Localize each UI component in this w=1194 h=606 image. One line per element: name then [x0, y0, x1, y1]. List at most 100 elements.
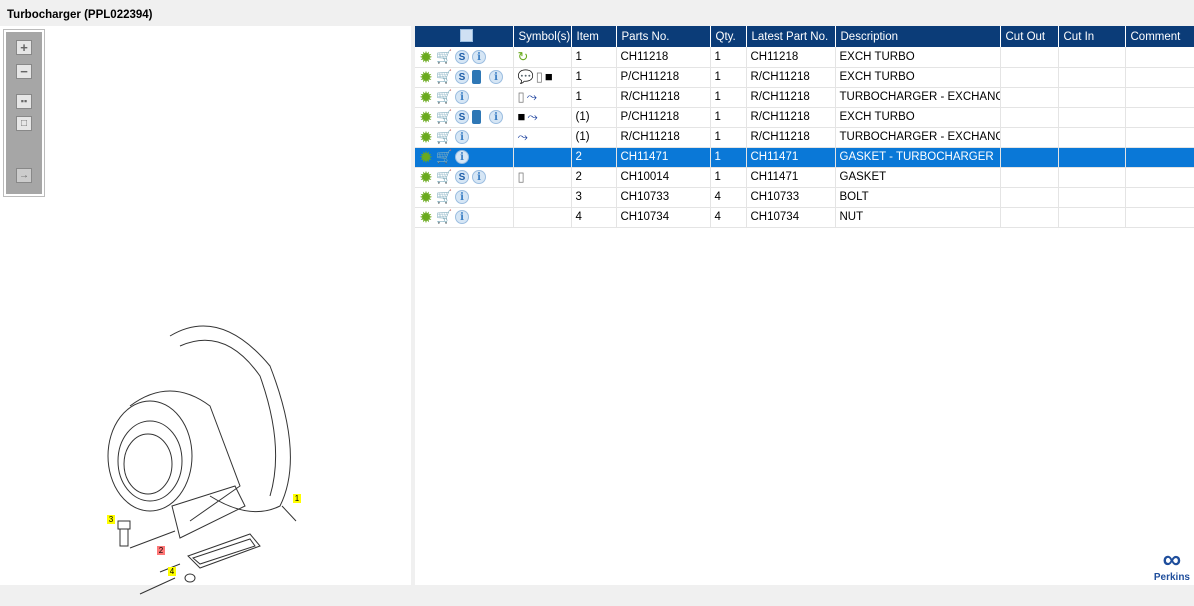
part-cell: CH10734	[616, 207, 711, 228]
table-row[interactable]: ✹ 🛒 i 4 CH10734 4 CH10734 NUT	[415, 207, 1194, 228]
comment-cell	[1125, 187, 1194, 208]
gear-icon[interactable]: ✹	[419, 70, 433, 84]
turbocharger-illustration[interactable]	[100, 306, 310, 606]
gear-icon[interactable]: ✹	[419, 110, 433, 124]
info-icon[interactable]: i	[455, 190, 469, 204]
column-header[interactable]: Symbol(s)	[513, 26, 572, 47]
page-link-icon[interactable]: ■	[518, 110, 526, 124]
row-actions: ✹ 🛒 i	[415, 147, 514, 168]
supersession-icon[interactable]: S	[455, 49, 469, 64]
export-button[interactable]: →	[16, 168, 32, 183]
supersession-icon[interactable]: S	[455, 70, 469, 84]
column-header[interactable]: Parts No.	[616, 26, 711, 47]
cart-icon[interactable]: 🛒	[436, 49, 452, 64]
info-icon[interactable]: i	[455, 150, 469, 164]
cut-out-cell	[1000, 147, 1059, 168]
cart-icon[interactable]: 🛒	[436, 190, 452, 204]
qty-cell: 1	[710, 167, 747, 188]
row-actions: ✹ 🛒 i	[415, 127, 514, 148]
table-row[interactable]: ✹ 🛒 i 2 CH11471 1 CH11471 GASKET - TURBOCHARGER	[415, 147, 1194, 168]
info-icon[interactable]: i	[455, 90, 469, 104]
cut-in-cell	[1058, 127, 1126, 148]
info-icon[interactable]: i	[472, 49, 486, 64]
column-header[interactable]: Latest Part No.	[746, 26, 836, 47]
supersession-icon[interactable]: S	[455, 170, 469, 184]
latest-cell: CH11471	[746, 167, 836, 188]
gear-icon[interactable]: ✹	[419, 210, 433, 224]
latest-cell: CH10733	[746, 187, 836, 208]
desc-cell: TURBOCHARGER - EXCHANGE	[835, 87, 1001, 108]
row-actions: ✹ 🛒 Si	[415, 47, 514, 68]
column-header[interactable]: Item	[571, 26, 617, 47]
cut-out-cell	[1000, 187, 1059, 208]
cart-icon[interactable]: 🛒	[436, 170, 452, 184]
callout-2[interactable]: 2	[157, 546, 165, 555]
qty-cell: 1	[710, 147, 747, 168]
cut-in-cell	[1058, 147, 1126, 168]
gear-icon[interactable]: ✹	[419, 190, 433, 204]
catalog-icon[interactable]: ▯	[536, 70, 543, 84]
branch-icon[interactable]: ⤳	[518, 130, 528, 144]
page-link-icon[interactable]: ■	[545, 70, 553, 84]
cart-icon[interactable]: 🛒	[436, 150, 452, 164]
info-icon[interactable]: i	[489, 110, 503, 124]
row-actions: ✹ 🛒 i	[415, 187, 514, 208]
table-row[interactable]: ✹ 🛒 Si ↻ 1 CH11218 1 CH11218 EXCH TURBO	[415, 47, 1194, 68]
zoom-out-button[interactable]: −	[16, 64, 32, 79]
column-header[interactable]: Comment	[1125, 26, 1194, 47]
table-row[interactable]: ✹ 🛒 i ▯ ⤳ 1 R/CH11218 1 R/CH11218 TURBOCHARGER - …	[415, 87, 1194, 108]
gear-icon[interactable]: ✹	[419, 50, 433, 64]
column-header[interactable]: Qty.	[710, 26, 747, 47]
callout-1[interactable]: 1	[293, 494, 301, 503]
table-row[interactable]: ✹ 🛒 i ⤳ (1) R/CH11218 1 R/CH11218 TURBOCHARGER -…	[415, 127, 1194, 148]
gear-icon[interactable]: ✹	[419, 130, 433, 144]
catalog-icon[interactable]: ▯	[518, 170, 525, 184]
cut-out-cell	[1000, 207, 1059, 228]
column-header[interactable]: Description	[835, 26, 1001, 47]
fit-all-button[interactable]: ▪▪	[16, 94, 32, 109]
item-cell: 2	[571, 147, 617, 168]
callout-3[interactable]: 3	[107, 515, 115, 524]
callout-4[interactable]: 4	[168, 567, 176, 576]
search-column-header[interactable]	[415, 26, 514, 47]
cut-out-cell	[1000, 107, 1059, 128]
info-icon[interactable]: i	[455, 130, 469, 144]
gear-icon[interactable]: ✹	[419, 170, 433, 184]
alert-bubble-icon[interactable]: 💬	[518, 70, 534, 84]
table-row[interactable]: ✹ 🛒 Si ■ ⤳ (1) P/CH11218 1 R/CH11218 EXCH TURBO	[415, 107, 1194, 128]
cart-icon[interactable]: 🛒	[436, 210, 452, 224]
table-row[interactable]: ✹ 🛒 Si 💬 ▯ ■ 1 P/CH11218 1 R/CH11218 EXCH TURBO	[415, 67, 1194, 88]
table-row[interactable]: ✹ 🛒 i 3 CH10733 4 CH10733 BOLT	[415, 187, 1194, 208]
branch-icon[interactable]: ⤳	[527, 90, 537, 104]
cart-icon[interactable]: 🛒	[436, 110, 452, 124]
book-icon[interactable]	[472, 70, 481, 84]
branch-icon[interactable]: ⤳	[527, 110, 537, 124]
cart-icon[interactable]: 🛒	[436, 70, 452, 84]
item-cell: (1)	[571, 127, 617, 148]
symbols-cell	[513, 207, 572, 228]
desc-cell: EXCH TURBO	[835, 67, 1001, 88]
info-icon[interactable]: i	[489, 70, 503, 84]
zoom-in-button[interactable]: +	[16, 40, 32, 55]
column-header[interactable]: Cut In	[1058, 26, 1126, 47]
gear-icon[interactable]: ✹	[419, 90, 433, 104]
cut-in-cell	[1058, 67, 1126, 88]
actual-size-button[interactable]: □	[16, 116, 32, 131]
info-icon[interactable]: i	[455, 210, 469, 224]
cut-out-cell	[1000, 127, 1059, 148]
latest-cell: CH11471	[746, 147, 836, 168]
catalog-icon[interactable]: ▯	[518, 90, 525, 104]
qty-cell: 1	[710, 87, 747, 108]
row-actions: ✹ 🛒 Si	[415, 107, 514, 128]
comment-cell	[1125, 127, 1194, 148]
info-icon[interactable]: i	[472, 170, 486, 184]
book-icon[interactable]	[472, 110, 481, 124]
cart-icon[interactable]: 🛒	[436, 130, 452, 144]
column-header[interactable]: Cut Out	[1000, 26, 1059, 47]
qty-cell: 4	[710, 187, 747, 208]
table-row[interactable]: ✹ 🛒 Si ▯ 2 CH10014 1 CH11471 GASKET	[415, 167, 1194, 188]
supersession-icon[interactable]: S	[455, 110, 469, 124]
cart-icon[interactable]: 🛒	[436, 90, 452, 104]
gear-icon[interactable]: ✹	[419, 150, 433, 164]
rotate-icon[interactable]: ↻	[518, 49, 529, 64]
